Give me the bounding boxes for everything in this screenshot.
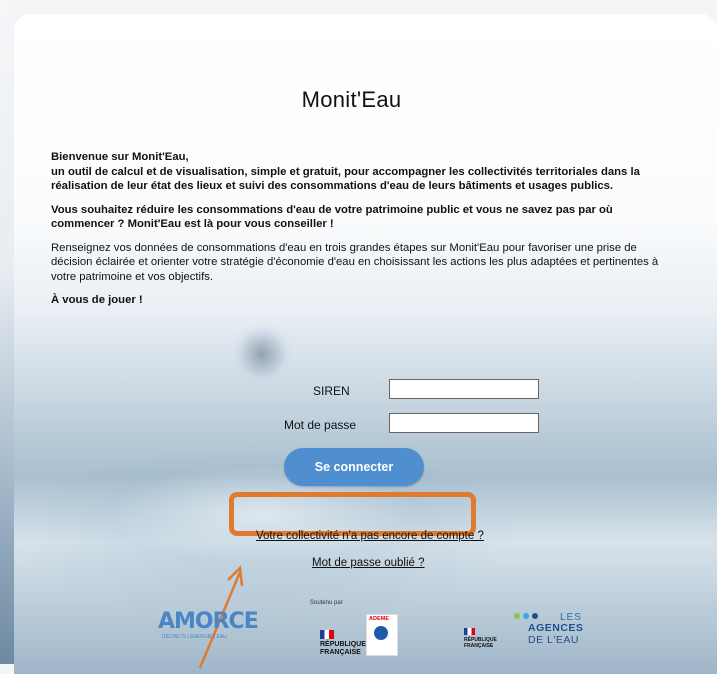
password-label: Mot de passe xyxy=(284,418,357,432)
agences-dots-icon xyxy=(514,613,538,619)
siren-input[interactable] xyxy=(389,379,539,399)
intro-welcome: Bienvenue sur Monit'Eau, xyxy=(51,151,189,163)
agences-sub-text: DE L'EAU xyxy=(528,634,579,646)
intro-text: Bienvenue sur Monit'Eau, un outil de cal… xyxy=(51,150,671,317)
rf-small-text-2: FRANÇAISE xyxy=(464,643,494,649)
rf-text-1: RÉPUBLIQUE xyxy=(320,641,366,648)
rf-text-2: FRANÇAISE xyxy=(320,649,361,656)
no-account-link[interactable]: Votre collectivité n'a pas encore de com… xyxy=(256,530,484,542)
forgot-password-link[interactable]: Mot de passe oublié ? xyxy=(312,557,425,569)
intro-welcome-block: Bienvenue sur Monit'Eau, un outil de cal… xyxy=(51,150,671,194)
intro-question: Vous souhaitez réduire les consommations… xyxy=(51,203,613,231)
password-input[interactable] xyxy=(389,413,539,433)
agences-main-text: AGENCES xyxy=(528,622,584,634)
ademe-emblem-icon xyxy=(374,626,388,640)
intro-steps: Renseignez vos données de consommations … xyxy=(51,241,659,283)
amorce-logo: AMORCE xyxy=(158,609,259,634)
siren-label: SIREN xyxy=(313,384,350,398)
page-title: Monit'Eau xyxy=(301,87,402,112)
ademe-text: ADEME xyxy=(369,616,389,622)
supported-by-text: Soutenu par xyxy=(310,600,343,606)
login-panel xyxy=(14,14,717,674)
amorce-subtitle: DÉCHETS | ÉNERGIE | EAU xyxy=(162,634,227,640)
intro-cta: À vous de jouer ! xyxy=(51,294,143,306)
login-button[interactable]: Se connecter xyxy=(284,448,424,486)
intro-description: un outil de calcul et de visualisation, … xyxy=(51,165,640,193)
french-flag-small-icon xyxy=(464,628,475,635)
french-flag-icon xyxy=(320,630,334,639)
